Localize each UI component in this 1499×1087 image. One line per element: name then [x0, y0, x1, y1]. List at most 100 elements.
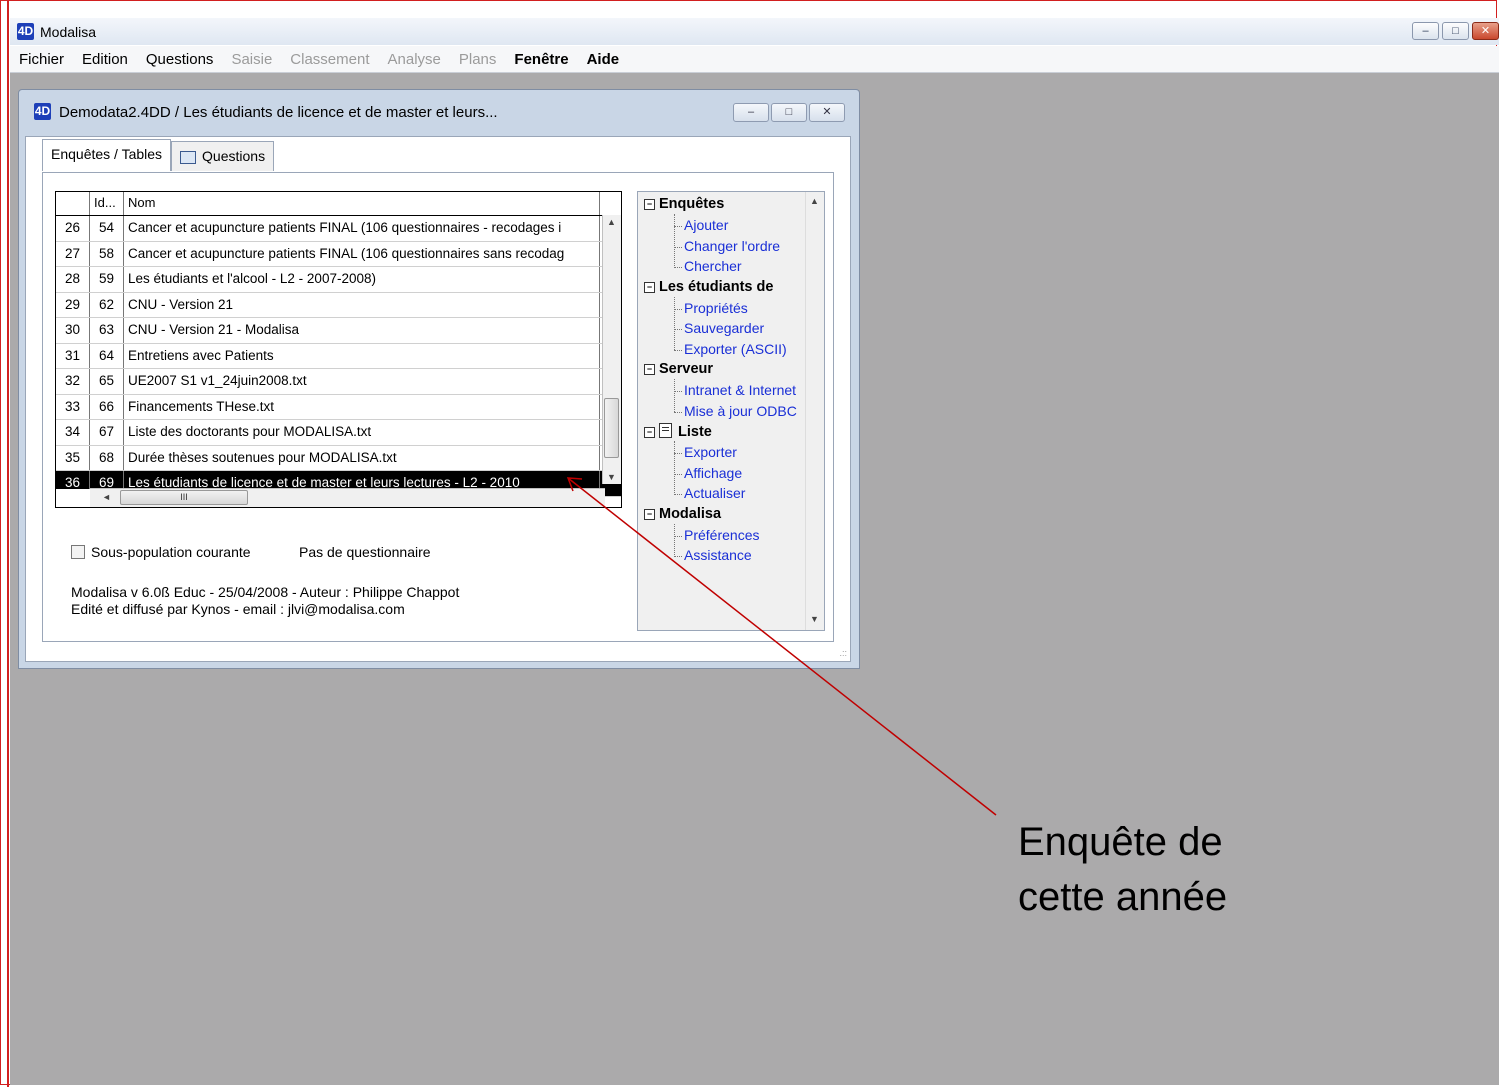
child-titlebar[interactable]: 4D Demodata2.4DD / Les étudiants de lice… [19, 90, 859, 136]
table-row[interactable]: 31 64 Entretiens avec Patients [56, 343, 621, 369]
menu-edition[interactable]: Edition [73, 51, 137, 68]
child-maximize-button[interactable]: □ [771, 103, 807, 122]
table-row[interactable]: 30 63 CNU - Version 21 - Modalisa [56, 318, 621, 344]
id-cell: 68 [90, 445, 124, 470]
header-row-number[interactable] [56, 192, 90, 215]
menu-plans[interactable]: Plans [450, 51, 506, 68]
id-cell: 63 [90, 318, 124, 343]
scroll-down-arrow-icon[interactable]: ▼ [607, 472, 616, 482]
menu-bar: Fichier Edition Questions Saisie Classem… [10, 46, 1499, 73]
name-cell: Cancer et acupuncture patients FINAL (10… [124, 216, 600, 241]
tree-item[interactable]: Changer l'ordre [684, 238, 780, 254]
slide-left-border [7, 0, 9, 1087]
app-window-controls: – □ ✕ [1412, 22, 1499, 40]
tree-item[interactable]: Affichage [684, 465, 742, 481]
tree-scroll-up-arrow-icon[interactable]: ▲ [810, 196, 819, 206]
questionnaire-status: Pas de questionnaire [299, 544, 431, 560]
header-id[interactable]: Id... [90, 192, 124, 215]
table-vertical-scrollbar[interactable]: ▲ ▼ [602, 215, 621, 484]
version-line: Modalisa v 6.0ß Educ - 25/04/2008 - Aute… [71, 584, 460, 600]
table-row[interactable]: 28 59 Les étudiants et l'alcool - L2 - 200… [56, 267, 621, 293]
tree-section[interactable]: − Modalisa [644, 506, 721, 522]
row-number-cell: 31 [56, 343, 90, 368]
maximize-button[interactable]: □ [1442, 22, 1469, 40]
collapse-icon[interactable]: − [644, 199, 655, 210]
tab-enquetes-tables[interactable]: Enquêtes / Tables [42, 139, 172, 171]
tree-scroll-down-arrow-icon[interactable]: ▼ [810, 614, 819, 624]
table-row[interactable]: 33 66 Financements THese.txt [56, 394, 621, 420]
tab-bar: Enquêtes / Tables Questions [42, 139, 275, 173]
menu-saisie[interactable]: Saisie [222, 51, 281, 68]
menu-classement[interactable]: Classement [281, 51, 378, 68]
collapse-icon[interactable]: − [644, 281, 655, 293]
tree-item[interactable]: Exporter (ASCII) [684, 341, 787, 357]
child-client-area: Enquêtes / Tables Questions Id... Nom 26… [25, 136, 851, 662]
tree-item[interactable]: Assistance [684, 547, 752, 563]
menu-aide[interactable]: Aide [578, 51, 629, 68]
collapse-icon[interactable]: − [644, 364, 655, 375]
tree-section[interactable]: − Serveur [644, 361, 713, 377]
name-cell: Financements THese.txt [124, 394, 600, 419]
scroll-up-arrow-icon[interactable]: ▲ [607, 217, 616, 227]
menu-analyse[interactable]: Analyse [379, 51, 450, 68]
row-number-cell: 30 [56, 318, 90, 343]
child-close-button[interactable]: ✕ [809, 103, 845, 122]
table-row[interactable]: 26 54 Cancer et acupuncture patients FINAL… [56, 216, 621, 242]
tree-section-label: Modalisa [659, 505, 722, 522]
id-cell: 58 [90, 241, 124, 266]
table-vertical-scroll-thumb[interactable] [604, 398, 619, 458]
table-horizontal-scroll-thumb[interactable]: III [120, 490, 248, 505]
collapse-icon[interactable]: − [644, 427, 655, 438]
row-number-cell: 32 [56, 369, 90, 394]
annotation-line-1: Enquête de [1018, 820, 1223, 864]
resize-grip-icon[interactable]: .:: [839, 648, 847, 658]
name-cell: Liste des doctorants pour MODALISA.txt [124, 420, 600, 445]
subpopulation-label: Sous-population courante [91, 544, 251, 560]
id-cell: 62 [90, 292, 124, 317]
annotation-line-2: cette année [1018, 875, 1228, 919]
subpopulation-checkbox[interactable] [71, 545, 85, 559]
table-row[interactable]: 35 68 Durée thèses soutenues pour MODALISA… [56, 445, 621, 471]
tree-item[interactable]: Exporter [684, 444, 737, 460]
scroll-left-arrow-icon[interactable]: ◄ [102, 492, 111, 502]
table-row[interactable]: 29 62 CNU - Version 21 [56, 292, 621, 318]
tree-section[interactable]: − Les étudiants de [644, 279, 773, 295]
tree-item[interactable]: Sauvegarder [684, 320, 764, 336]
table-row[interactable]: 34 67 Liste des doctorants pour MODALISA.t… [56, 420, 621, 446]
row-number-cell: 34 [56, 420, 90, 445]
close-button[interactable]: ✕ [1472, 22, 1499, 40]
tab-questions-label: Questions [202, 148, 266, 164]
collapse-icon[interactable]: − [644, 508, 655, 520]
table-horizontal-scrollbar[interactable]: ◄ III ► [90, 488, 621, 507]
menu-fenetre[interactable]: Fenêtre [505, 51, 577, 68]
table-row[interactable]: 27 58 Cancer et acupuncture patients FINAL… [56, 241, 621, 267]
menu-questions[interactable]: Questions [137, 51, 223, 68]
tree-vertical-scrollbar[interactable]: ▲ ▼ [805, 192, 824, 630]
child-minimize-button[interactable]: – [733, 103, 769, 122]
menu-fichier[interactable]: Fichier [10, 51, 73, 68]
id-cell: 65 [90, 369, 124, 394]
name-cell: Cancer et acupuncture patients FINAL (10… [124, 241, 600, 266]
tree-item[interactable]: Chercher [684, 258, 742, 274]
id-cell: 64 [90, 343, 124, 368]
id-cell: 66 [90, 394, 124, 419]
tab-questions[interactable]: Questions [171, 141, 275, 171]
header-nom[interactable]: Nom [124, 192, 600, 215]
scroll-right-arrow-icon[interactable]: ► [620, 492, 621, 502]
tree-section-label: Enquêtes [659, 196, 725, 212]
tree-item[interactable]: Propriétés [684, 300, 748, 316]
id-cell: 54 [90, 216, 124, 241]
tree-section-label: Serveur [659, 361, 714, 377]
name-cell: Entretiens avec Patients [124, 343, 600, 368]
tree-item[interactable]: Intranet & Internet [684, 382, 796, 398]
tree-item[interactable]: Ajouter [684, 217, 728, 233]
tree-item[interactable]: Mise à jour ODBC [684, 403, 797, 419]
tree-section[interactable]: − Liste [644, 423, 712, 440]
tree-item[interactable]: Actualiser [684, 485, 745, 501]
minimize-button[interactable]: – [1412, 22, 1439, 40]
tree-item[interactable]: Préférences [684, 527, 759, 543]
tree-section[interactable]: − Enquêtes [644, 196, 724, 212]
table-row[interactable]: 32 65 UE2007 S1 v1_24juin2008.txt [56, 369, 621, 395]
questions-tab-icon [180, 150, 197, 164]
subpopulation-row: Sous-population courante [71, 544, 251, 560]
